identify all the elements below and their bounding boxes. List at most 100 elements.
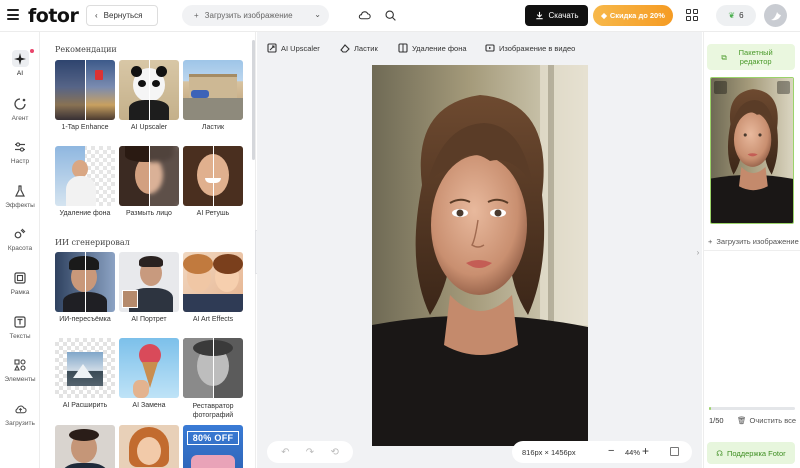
layers-icon[interactable]	[714, 81, 727, 94]
nav-item-upload[interactable]: Загрузить	[0, 400, 40, 438]
nav-label: Красота	[7, 245, 33, 252]
flask-icon	[12, 182, 29, 199]
support-button[interactable]: ☊ Поддержка Fotor	[707, 442, 795, 464]
tool-tile-ai-upscaler[interactable]: AI Upscaler	[119, 60, 179, 131]
bird-icon	[770, 11, 781, 20]
fotor-logo[interactable]: fotor	[28, 5, 79, 27]
search-icon[interactable]	[384, 9, 397, 22]
tool-thumbnail	[183, 146, 243, 206]
tool-thumbnail	[55, 338, 115, 398]
upload-image-label: Загрузить изображение	[204, 11, 293, 20]
nav-item-elements[interactable]: Элементы	[0, 356, 40, 394]
tool-tile-ai-replace[interactable]: AI Замена	[119, 338, 179, 409]
tool-label: Реставратор фотографий	[192, 403, 234, 420]
nav-item-adjust[interactable]: Настр	[0, 138, 40, 176]
tool-label: AI Расширить	[62, 402, 108, 409]
back-button[interactable]: ‹ Вернуться	[86, 5, 158, 26]
tool-tile-ai-retouch[interactable]: AI Ретушь	[183, 146, 243, 217]
nav-item-frame[interactable]: Рамка	[0, 269, 40, 307]
tool-thumbnail	[183, 60, 243, 120]
cloud-icon[interactable]	[358, 9, 371, 22]
download-button[interactable]: Скачать	[525, 5, 588, 26]
app-window: fotor ‹ Вернуться + Загрузить изображени…	[0, 0, 800, 468]
tool-label: Ластик	[201, 124, 225, 131]
tool-thumbnail	[119, 252, 179, 312]
tool-image-to-video[interactable]: Изображение в видео	[485, 38, 575, 58]
image-thumbnail[interactable]	[710, 77, 794, 224]
batch-editor-button[interactable]: ⧉ Пакетный редактор	[707, 44, 795, 70]
avatar[interactable]	[764, 4, 787, 27]
tool-tile-eraser[interactable]: Ластик	[183, 60, 243, 131]
zoom-out-button[interactable]: −	[608, 445, 614, 457]
nav-item-ai[interactable]: AI	[0, 50, 40, 88]
zoom-bar: 816px × 1456px − 44% +	[512, 441, 692, 463]
credits-badge[interactable]: ❦ 6	[716, 5, 756, 26]
history-icon[interactable]: ⟲	[330, 447, 338, 458]
text-icon	[12, 313, 29, 330]
nav-item-text[interactable]: Тексты	[0, 313, 40, 351]
tool-label: 1-Tap Enhance	[61, 124, 109, 131]
sliders-icon	[12, 138, 29, 155]
tool-ai-upscaler[interactable]: AI Upscaler	[267, 38, 320, 58]
upload-image-button[interactable]: + Загрузить изображение ⌄	[182, 5, 329, 26]
nav-label: Загрузить	[5, 420, 35, 427]
nav-item-effects[interactable]: Эффекты	[0, 182, 40, 220]
support-label: Поддержка Fotor	[726, 448, 786, 458]
tool-label: Размыть лицо	[126, 210, 172, 217]
portrait-image	[372, 65, 588, 446]
elements-icon	[12, 356, 29, 373]
undo-icon[interactable]: ↶	[281, 447, 289, 458]
tool-tile-ai-reshoot[interactable]: ИИ-пересъёмка	[55, 252, 115, 323]
apps-grid-icon[interactable]	[686, 9, 698, 21]
nav-label: Тексты	[9, 333, 31, 340]
zoom-level[interactable]: 44%	[625, 448, 640, 457]
image-count: 1/50	[709, 416, 724, 425]
tool-tile-extra-1[interactable]	[55, 425, 115, 468]
redo-icon[interactable]: ↷	[306, 447, 314, 458]
download-icon	[535, 11, 543, 20]
tool-label: ИИ-пересъёмка	[59, 316, 111, 323]
tool-label: Ластик	[354, 43, 378, 53]
tool-tile-extra-2[interactable]	[119, 425, 179, 468]
discount-button[interactable]: ◆ Скидка до 20%	[593, 5, 673, 26]
add-upload-button[interactable]: + Загрузить изображение	[708, 237, 799, 246]
tool-thumbnail	[119, 338, 179, 398]
agent-icon	[12, 95, 29, 112]
tool-label: AI Art Effects	[192, 316, 234, 323]
ai-tools-panel: Рекомендации 1-Tap Enhance AI Upscaler Л…	[40, 32, 256, 468]
tool-tile-photo-restorer[interactable]: Реставратор фотографий	[183, 338, 243, 421]
clear-all-button[interactable]: 🗑 Очистить все	[737, 416, 796, 425]
tool-tile-ai-art-effects[interactable]: AI Art Effects	[183, 252, 243, 323]
download-label: Скачать	[548, 11, 579, 20]
tool-tile-blur-face[interactable]: Размыть лицо	[119, 146, 179, 217]
upscale-icon	[267, 43, 277, 53]
tool-tile-promo[interactable]: 80% OFF	[183, 425, 243, 468]
tool-bg-remove[interactable]: Удаление фона	[398, 38, 467, 58]
trash-icon[interactable]	[777, 81, 790, 94]
diamond-icon: ◆	[601, 11, 607, 20]
tool-eraser[interactable]: Ластик	[340, 38, 378, 58]
frame-icon	[12, 269, 29, 286]
chevron-left-icon: ‹	[95, 11, 98, 20]
notification-dot	[30, 49, 34, 53]
tool-tile-1tap-enhance[interactable]: 1-Tap Enhance	[55, 60, 115, 131]
tool-tile-ai-expand[interactable]: AI Расширить	[55, 338, 115, 409]
batch-icon: ⧉	[721, 52, 727, 62]
clear-all-label: Очистить все	[749, 416, 797, 425]
zoom-in-button[interactable]: +	[642, 444, 649, 458]
nav-item-beauty[interactable]: Красота	[0, 225, 40, 263]
tool-label: AI Upscaler	[281, 43, 320, 53]
toggle-panel-icon[interactable]	[670, 447, 679, 456]
chevron-down-icon[interactable]: ⌄	[314, 10, 321, 19]
tool-thumbnail	[119, 425, 179, 468]
tool-tile-bg-remove[interactable]: Удаление фона	[55, 146, 115, 217]
panel-scrollbar[interactable]	[252, 40, 255, 160]
tool-tile-ai-portrait[interactable]: AI Портрет	[119, 252, 179, 323]
expand-right-panel-button[interactable]: ›	[693, 230, 703, 274]
nav-item-agent[interactable]: Агент	[0, 95, 40, 133]
main-photo[interactable]	[372, 65, 588, 446]
bg-remove-icon	[398, 43, 408, 53]
promo-text: 80% OFF	[187, 431, 239, 445]
tool-thumbnail	[119, 60, 179, 120]
menu-icon[interactable]	[7, 9, 19, 20]
